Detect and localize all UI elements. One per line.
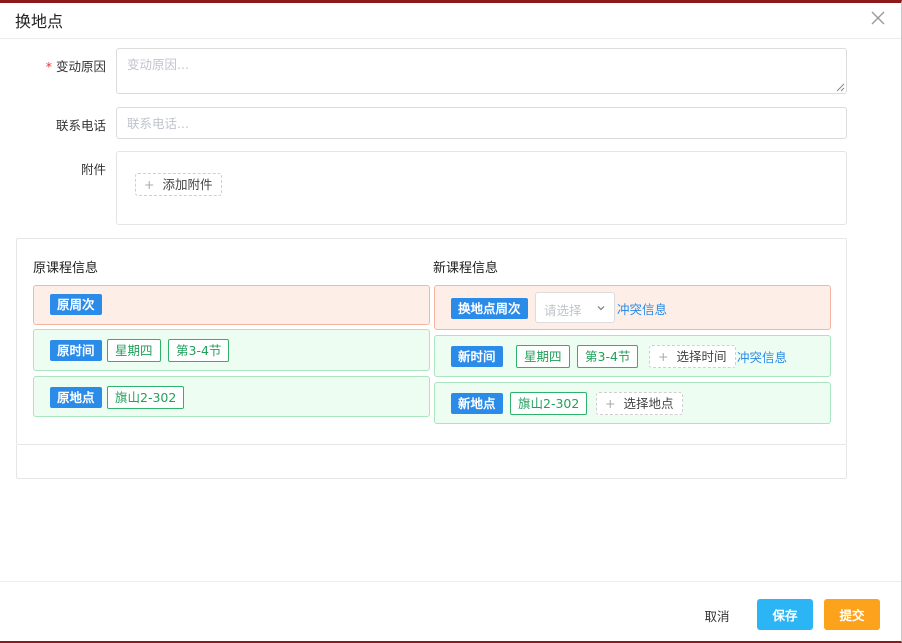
select-location-button[interactable]: + 选择地点 bbox=[596, 392, 683, 415]
reason-textarea[interactable] bbox=[116, 48, 847, 94]
dialog-header: 换地点 bbox=[0, 3, 901, 39]
attachment-area: + 添加附件 bbox=[116, 151, 847, 225]
original-time-tag: 原时间 bbox=[50, 340, 102, 361]
cancel-button[interactable]: 取消 bbox=[696, 600, 738, 630]
original-room-tag: 旗山2-302 bbox=[107, 386, 185, 409]
original-week-tag: 原周次 bbox=[50, 294, 102, 315]
reason-label: * 变动原因 bbox=[45, 59, 106, 74]
add-attachment-label: 添加附件 bbox=[162, 177, 213, 192]
week-select[interactable]: 请选择 bbox=[535, 292, 615, 323]
week-select-placeholder: 请选择 bbox=[544, 303, 582, 318]
required-mark: * bbox=[45, 59, 52, 74]
dialog-footer: 取消 保存 提交 bbox=[0, 581, 901, 643]
week-conflict-link[interactable]: 冲突信息 bbox=[617, 299, 667, 318]
new-location-row: 新地点 旗山2-302 + 选择地点 bbox=[434, 382, 831, 424]
select-time-label: 选择时间 bbox=[676, 349, 727, 364]
dialog-title: 换地点 bbox=[15, 12, 64, 31]
attachment-label: 附件 bbox=[80, 162, 106, 177]
select-location-label: 选择地点 bbox=[623, 396, 674, 411]
new-time-row: 新时间 星期四 第3-4节 + 选择时间 冲突信息 bbox=[434, 335, 831, 377]
original-week-row: 原周次 bbox=[33, 285, 430, 325]
add-attachment-button[interactable]: + 添加附件 bbox=[135, 173, 222, 196]
new-time-tag: 新时间 bbox=[451, 346, 503, 367]
course-info-panel: 原课程信息 新课程信息 原周次 原时间 星期四 第3-4节 原地点 旗山2-30… bbox=[16, 238, 847, 445]
chevron-down-icon bbox=[597, 306, 605, 311]
new-location-tag: 新地点 bbox=[451, 393, 503, 414]
new-course-title: 新课程信息 bbox=[433, 261, 499, 276]
original-weekday-tag: 星期四 bbox=[107, 339, 161, 362]
plus-icon: + bbox=[658, 349, 669, 364]
save-button[interactable]: 保存 bbox=[757, 599, 813, 630]
change-location-dialog: 换地点 *变动原因 联系电话 附件 + 添加附件 原课程信息 新课程信息 原周次 … bbox=[0, 0, 902, 643]
phone-input[interactable] bbox=[116, 107, 847, 139]
original-time-row: 原时间 星期四 第3-4节 bbox=[33, 329, 430, 371]
new-period-tag: 第3-4节 bbox=[577, 345, 639, 368]
submit-button[interactable]: 提交 bbox=[824, 599, 880, 630]
phone-label: 联系电话 bbox=[55, 118, 106, 133]
new-week-row: 换地点周次 请选择 冲突信息 bbox=[434, 285, 831, 330]
plus-icon: + bbox=[605, 396, 616, 411]
original-location-row: 原地点 旗山2-302 bbox=[33, 376, 430, 417]
new-weekday-tag: 星期四 bbox=[516, 345, 570, 368]
new-room-tag: 旗山2-302 bbox=[510, 392, 588, 415]
new-week-tag: 换地点周次 bbox=[451, 298, 528, 319]
time-conflict-link[interactable]: 冲突信息 bbox=[737, 347, 787, 366]
empty-panel bbox=[16, 445, 847, 479]
plus-icon: + bbox=[144, 177, 155, 192]
original-location-tag: 原地点 bbox=[50, 387, 102, 408]
select-time-button[interactable]: + 选择时间 bbox=[649, 345, 736, 368]
resize-handle-icon[interactable] bbox=[836, 83, 845, 92]
close-icon[interactable] bbox=[869, 9, 887, 27]
original-course-title: 原课程信息 bbox=[33, 261, 99, 276]
original-period-tag: 第3-4节 bbox=[168, 339, 230, 362]
